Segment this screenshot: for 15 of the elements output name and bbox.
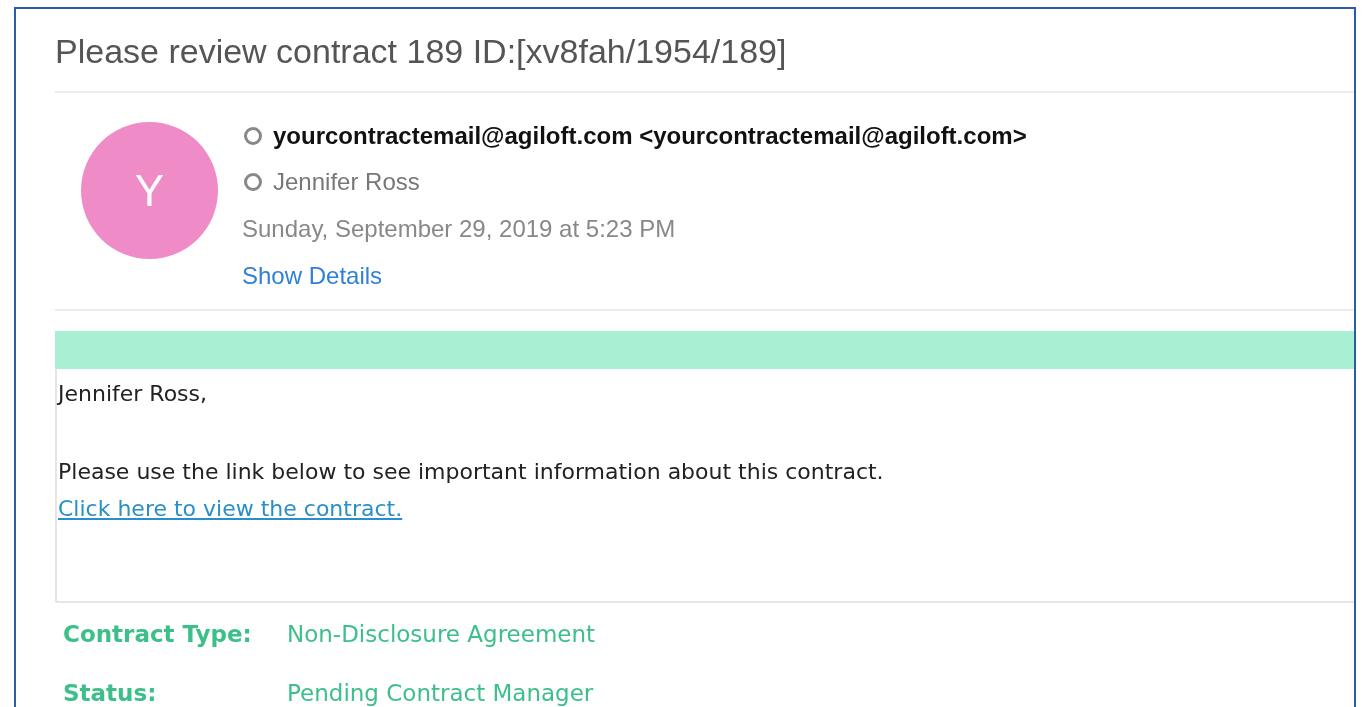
greeting-text: Jennifer Ross, bbox=[58, 380, 208, 408]
field-label: Contract Type: bbox=[63, 620, 253, 649]
sender-address: yourcontractemail@agiloft.com <yourcontractemail@agiloft.com> bbox=[273, 122, 1027, 150]
view-contract-link[interactable]: Click here to view the contract. bbox=[58, 496, 403, 521]
field-value: Non-Disclosure Agreement bbox=[287, 620, 597, 649]
sent-date: Sunday, September 29, 2019 at 5:23 PM bbox=[242, 214, 677, 244]
field-value: Pending Contract Manager bbox=[287, 679, 595, 707]
recipient-name: Jennifer Ross bbox=[273, 168, 420, 196]
status-circle-icon bbox=[243, 126, 263, 146]
sender-avatar: Y bbox=[81, 122, 218, 259]
field-label: Status: bbox=[63, 679, 158, 707]
show-details-link[interactable]: Show Details bbox=[242, 253, 383, 299]
email-subject: Please review contract 189 ID:[xv8fah/1954/189] bbox=[55, 31, 788, 72]
body-paragraph: Please use the link below to see important information about this contract. bbox=[58, 458, 885, 486]
status-circle-icon bbox=[243, 172, 263, 192]
